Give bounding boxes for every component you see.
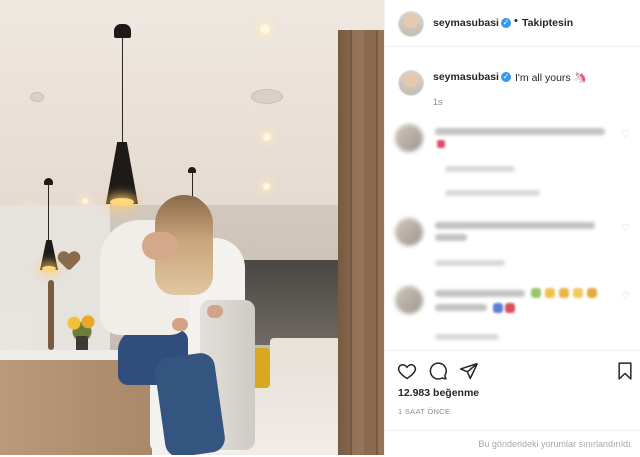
photo-pendant-wire — [48, 182, 49, 242]
paper-plane-icon[interactable] — [459, 361, 479, 381]
photo-pendant-cap — [44, 178, 53, 185]
post-actions: 12.983 beğenme 1 SAAT ÖNCE Bu gönderidek… — [385, 350, 640, 456]
caption-text: I'm all yours 🦄 — [515, 72, 587, 84]
comment-emoji — [587, 288, 597, 298]
photo-sofa — [270, 338, 340, 368]
comment-like-icon[interactable]: ♡ — [621, 130, 631, 140]
photo-speaker — [251, 89, 283, 104]
photo-towel — [0, 312, 32, 350]
photo-sculpture — [48, 280, 54, 350]
photo-ceiling-light — [260, 24, 270, 34]
blurred-comment: ♡ — [395, 284, 631, 348]
follow-separator: • — [514, 15, 518, 27]
photo-ceiling-light — [263, 133, 271, 141]
author-avatar[interactable] — [399, 12, 423, 36]
photo-detector — [30, 92, 44, 102]
caption-username[interactable]: seymasubasi — [433, 71, 499, 83]
comment-text — [435, 234, 467, 241]
post-photo[interactable] — [0, 0, 384, 455]
comment-emoji — [437, 140, 445, 148]
post-sidebar: seymasubasi ✓ • Takiptesin seymasubasi ✓… — [384, 0, 640, 455]
comment-text — [435, 304, 487, 311]
comment-like-icon[interactable]: ♡ — [621, 292, 631, 302]
likes-count[interactable]: 12.983 beğenme — [398, 387, 479, 399]
comment-avatar — [395, 286, 423, 314]
comment-emoji — [493, 303, 503, 313]
bookmark-icon[interactable] — [615, 361, 635, 381]
comment-meta — [435, 334, 499, 340]
photo-pendant-glow — [42, 266, 56, 271]
comment-replies — [445, 190, 540, 196]
comment-avatar — [395, 124, 423, 152]
comment-text — [435, 290, 525, 297]
comment-like-icon[interactable]: ♡ — [621, 224, 631, 234]
comment-emoji — [559, 288, 569, 298]
author-username[interactable]: seymasubasi — [433, 17, 499, 29]
comment-meta — [445, 166, 515, 172]
photo-shoulder — [142, 232, 178, 260]
photo-ceiling-light — [263, 183, 270, 190]
photo-pendant-wire — [122, 34, 123, 144]
speech-bubble-icon[interactable] — [428, 361, 448, 381]
photo-hand — [207, 305, 223, 318]
photo-wooden-heart — [58, 252, 80, 272]
post-timestamp[interactable]: 1 SAAT ÖNCE — [398, 407, 450, 416]
verified-check-icon: ✓ — [501, 18, 511, 28]
photo-pendant-glow — [110, 198, 134, 206]
post-header: seymasubasi ✓ • Takiptesin — [385, 0, 640, 47]
comment-emoji — [505, 303, 515, 313]
blurred-comment: ♡ — [395, 120, 631, 200]
comments-restricted-notice: Bu gönderideki yorumlar sınırlandırıldı. — [385, 430, 640, 456]
verified-check-icon: ✓ — [501, 72, 511, 82]
comment-text — [435, 222, 595, 229]
caption-age: 1s — [433, 97, 443, 107]
photo-pendant-cap — [114, 24, 131, 38]
comment-text — [435, 128, 605, 135]
comment-emoji — [573, 288, 583, 298]
heart-outline-icon[interactable] — [397, 361, 417, 381]
photo-ceiling-light — [82, 198, 88, 204]
following-button[interactable]: Takiptesin — [522, 17, 573, 29]
comment-avatar — [395, 218, 423, 246]
photo-wood-panel — [338, 30, 384, 455]
comment-meta — [435, 260, 505, 266]
caption-avatar[interactable] — [399, 71, 423, 95]
comment-emoji — [531, 288, 541, 298]
comment-emoji — [545, 288, 555, 298]
photo-pendant-cap — [188, 167, 196, 173]
blurred-comment: ♡ — [395, 214, 631, 274]
photo-hand — [172, 318, 188, 331]
